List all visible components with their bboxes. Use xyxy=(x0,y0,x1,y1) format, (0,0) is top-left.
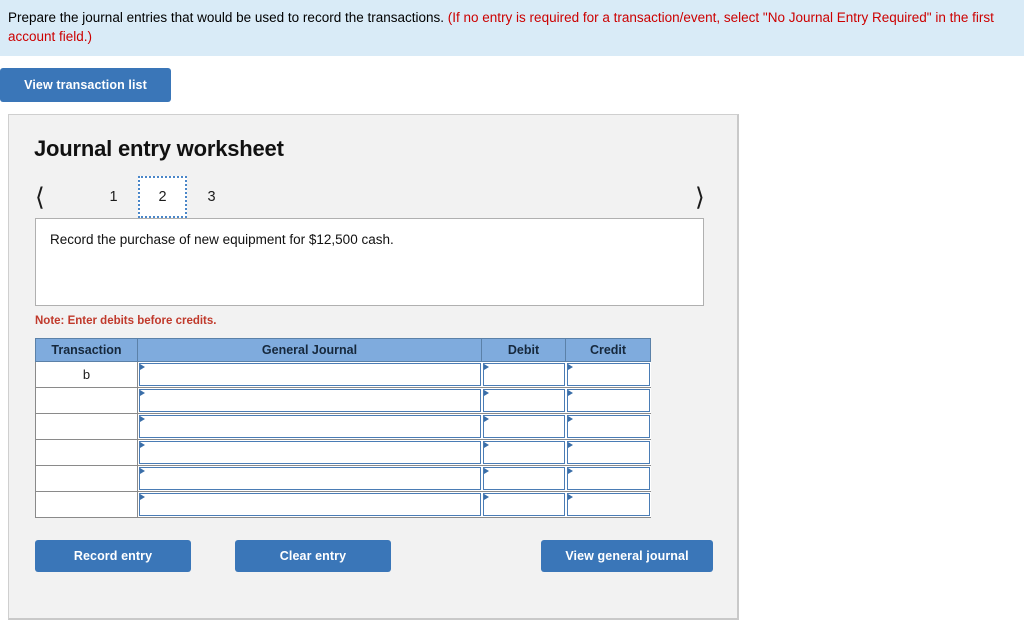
credit-input-row-5[interactable] xyxy=(566,467,650,490)
scenario-description: Record the purchase of new equipment for… xyxy=(35,218,704,306)
column-header-general-journal: General Journal xyxy=(137,338,482,362)
transaction-label-row-2 xyxy=(35,387,138,414)
credit-input-row-1[interactable] xyxy=(566,363,650,386)
worksheet-tab-1[interactable]: 1 xyxy=(89,176,138,218)
journal-entry-table: Transaction General Journal Debit Credit… xyxy=(35,338,651,518)
credit-input-row-6[interactable] xyxy=(566,493,650,516)
table-row: b xyxy=(35,361,651,388)
debit-input-row-1[interactable] xyxy=(482,363,565,386)
chevron-left-icon[interactable]: ⟨ xyxy=(35,185,45,210)
column-header-transaction: Transaction xyxy=(35,338,138,362)
worksheet-title: Journal entry worksheet xyxy=(34,136,284,161)
clear-entry-button[interactable]: Clear entry xyxy=(235,540,391,572)
table-row xyxy=(35,439,651,466)
chevron-right-icon[interactable]: ⟩ xyxy=(695,185,705,210)
worksheet-pager: ⟨ 1 2 3 ⟩ xyxy=(27,176,719,218)
column-header-debit: Debit xyxy=(481,338,566,362)
worksheet-tab-2[interactable]: 2 xyxy=(138,176,187,218)
table-body: b xyxy=(35,361,651,518)
table-header-row: Transaction General Journal Debit Credit xyxy=(35,338,651,362)
account-select-row-4[interactable] xyxy=(139,441,481,464)
column-header-credit: Credit xyxy=(565,338,651,362)
table-row xyxy=(35,413,651,440)
transaction-label-row-6 xyxy=(35,491,138,518)
worksheet-tab-3[interactable]: 3 xyxy=(187,176,236,218)
account-select-row-2[interactable] xyxy=(139,389,481,412)
debit-input-row-2[interactable] xyxy=(482,389,565,412)
transaction-label-row-4 xyxy=(35,439,138,466)
debit-input-row-6[interactable] xyxy=(482,493,565,516)
transaction-label-row-3 xyxy=(35,413,138,440)
credit-input-row-3[interactable] xyxy=(566,415,650,438)
account-select-row-6[interactable] xyxy=(139,493,481,516)
view-transaction-list-button[interactable]: View transaction list xyxy=(0,68,171,102)
worksheet-actions: Record entry Clear entry View general jo… xyxy=(35,540,719,580)
instruction-main-text: Prepare the journal entries that would b… xyxy=(8,10,445,25)
toolbar: View transaction list xyxy=(0,56,1024,102)
journal-entry-worksheet-panel: Journal entry worksheet ⟨ 1 2 3 ⟩ Record… xyxy=(8,114,739,620)
instruction-banner: Prepare the journal entries that would b… xyxy=(0,0,1024,56)
worksheet-tab-list: 1 2 3 xyxy=(89,176,236,218)
record-entry-button[interactable]: Record entry xyxy=(35,540,191,572)
debits-before-credits-note: Note: Enter debits before credits. xyxy=(35,315,217,327)
transaction-label-row-1: b xyxy=(35,361,138,388)
debit-input-row-4[interactable] xyxy=(482,441,565,464)
table-row xyxy=(35,491,651,518)
account-select-row-1[interactable] xyxy=(139,363,481,386)
credit-input-row-4[interactable] xyxy=(566,441,650,464)
debit-input-row-5[interactable] xyxy=(482,467,565,490)
account-select-row-3[interactable] xyxy=(139,415,481,438)
table-row xyxy=(35,387,651,414)
debit-input-row-3[interactable] xyxy=(482,415,565,438)
view-general-journal-button[interactable]: View general journal xyxy=(541,540,713,572)
credit-input-row-2[interactable] xyxy=(566,389,650,412)
table-row xyxy=(35,465,651,492)
transaction-label-row-5 xyxy=(35,465,138,492)
account-select-row-5[interactable] xyxy=(139,467,481,490)
